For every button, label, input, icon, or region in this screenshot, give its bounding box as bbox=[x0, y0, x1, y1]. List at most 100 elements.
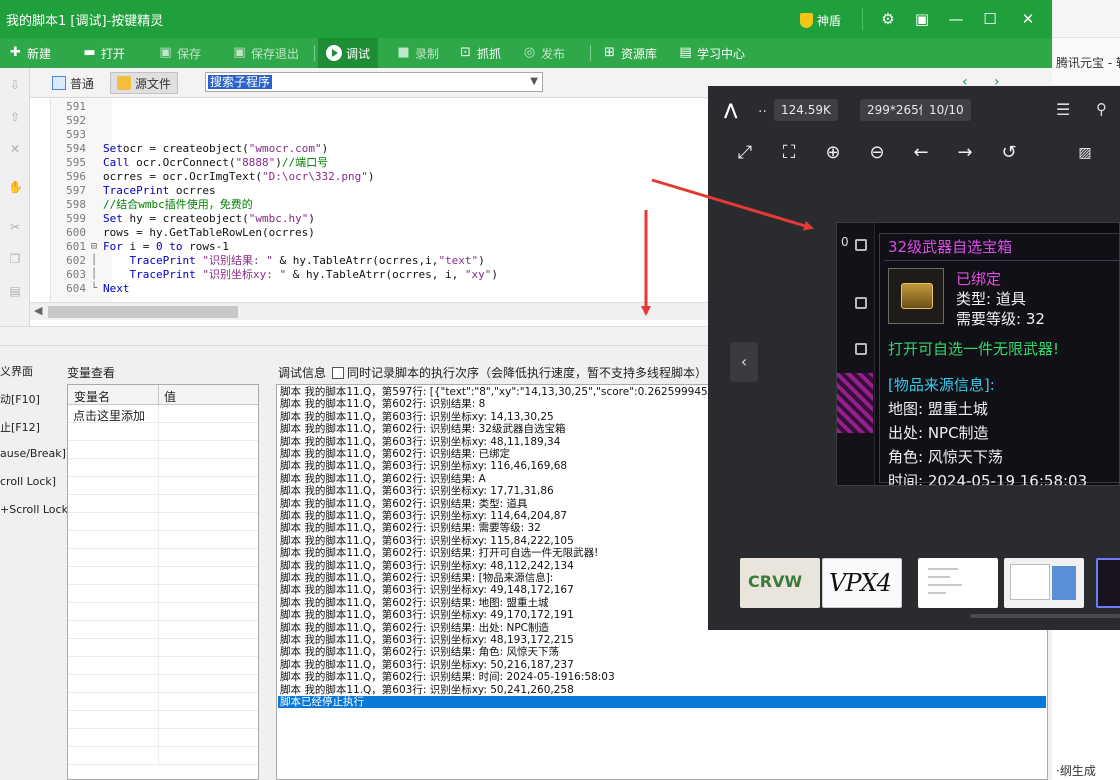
variable-row[interactable] bbox=[68, 639, 258, 657]
hand-icon[interactable]: ✋ bbox=[8, 180, 23, 194]
variable-row[interactable] bbox=[68, 603, 258, 621]
capture-button[interactable]: ⊡ 抓抓 bbox=[458, 38, 501, 68]
variable-row[interactable] bbox=[68, 567, 258, 585]
code-line[interactable]: 595 Call ocr.OcrConnect("8888")//端口号 bbox=[30, 156, 708, 170]
open-button[interactable]: ▬ 打开 bbox=[82, 38, 125, 68]
variable-table[interactable]: 变量名 值 点击这里添加 bbox=[67, 384, 259, 780]
publish-button[interactable]: ◎ 发布 bbox=[522, 38, 565, 68]
variable-row[interactable] bbox=[68, 477, 258, 495]
hotkey-item[interactable]: 义界面 bbox=[0, 363, 33, 378]
thumbnail-3[interactable] bbox=[918, 558, 998, 608]
fullscreen-icon[interactable]: ⤢ bbox=[734, 142, 756, 164]
code-line[interactable]: 598 //结合wmbc插件使用，免费的 bbox=[30, 198, 708, 212]
learning-center-button[interactable]: ▤ 学习中心 bbox=[678, 38, 745, 68]
cut-icon[interactable]: ✂ bbox=[8, 220, 22, 234]
variable-row[interactable] bbox=[68, 531, 258, 549]
code-line[interactable]: 602 │ TracePrint "识别结果: " & hy.TableAtrr(… bbox=[30, 254, 708, 268]
previous-arrow-icon[interactable]: ← bbox=[910, 142, 932, 164]
code-line[interactable]: 591 bbox=[30, 100, 708, 114]
shield-button[interactable]: 神盾 bbox=[800, 9, 841, 31]
code-line[interactable]: 597 TracePrint ocrres bbox=[30, 184, 708, 198]
save-exit-button[interactable]: ▣ 保存退出 bbox=[232, 38, 299, 68]
rotate-icon[interactable]: ↺ bbox=[998, 142, 1020, 164]
log-line[interactable]: 脚本 我的脚本11.Q，第603行: 识别坐标xy: 50,241,260,25… bbox=[280, 684, 1046, 696]
delete-icon[interactable]: ✕ bbox=[8, 142, 22, 156]
hotkey-item[interactable]: ause/Break] bbox=[0, 447, 66, 461]
log-line[interactable]: 脚本 我的脚本11.Q，第602行: 识别结果: 角色: 风惊天下荡 bbox=[280, 646, 1046, 658]
log-line[interactable]: 脚本 我的脚本11.Q，第602行: 识别结果: 时间: 2024-05-191… bbox=[280, 671, 1046, 683]
log-line-stopped[interactable]: 脚本已经停止执行 bbox=[278, 696, 1046, 709]
code-line[interactable]: 596 ocrres = ocr.OcrImgText("D:\ocr\332.p… bbox=[30, 170, 708, 184]
thumbnail-2[interactable]: VPX4 bbox=[822, 558, 902, 608]
save-button[interactable]: ▣ 保存 bbox=[158, 38, 201, 68]
record-order-checkbox[interactable] bbox=[332, 367, 345, 379]
variable-row[interactable] bbox=[68, 747, 258, 765]
image-options-icon[interactable]: ▨ bbox=[1074, 142, 1096, 164]
fit-window-icon[interactable]: ⛶ bbox=[778, 142, 800, 164]
viewer-menu-dots[interactable]: .. bbox=[758, 100, 767, 116]
fold-marker[interactable]: ⊟ bbox=[88, 240, 100, 254]
paste-icon[interactable]: ▤ bbox=[8, 284, 22, 298]
hotkey-item[interactable]: croll Lock] bbox=[0, 475, 56, 489]
variable-row[interactable] bbox=[68, 495, 258, 513]
step-up-icon[interactable]: ⇧ bbox=[8, 110, 22, 124]
code-line[interactable]: 603 │ TracePrint "识别坐标xy: " & hy.TableAtr… bbox=[30, 268, 708, 282]
code-line[interactable]: 604 └ Next bbox=[30, 282, 708, 296]
hamburger-menu-icon[interactable]: ☰ bbox=[1056, 100, 1070, 119]
variable-row[interactable] bbox=[68, 585, 258, 603]
step-down-icon[interactable]: ⇩ bbox=[8, 78, 22, 92]
variable-row[interactable] bbox=[68, 441, 258, 459]
subroutine-search-select[interactable]: 搜索子程序 ▼ bbox=[205, 72, 543, 92]
scrollbar-thumb[interactable] bbox=[48, 306, 238, 318]
editor-titlebar[interactable]: 我的脚本1 [调试]-按键精灵 神盾 ⚙ ▣ — ☐ ✕ bbox=[0, 0, 1052, 38]
thumbnail-scrollbar[interactable] bbox=[970, 614, 1120, 618]
next-arrow-icon[interactable]: → bbox=[954, 142, 976, 164]
pane-splitter[interactable] bbox=[0, 326, 708, 346]
debug-button[interactable]: 调试 bbox=[318, 38, 379, 68]
code-line[interactable]: 594 Setocr = createobject("wmocr.com") bbox=[30, 142, 708, 156]
code-line[interactable]: 593 bbox=[30, 128, 708, 142]
thumbnail-1[interactable]: CRVW bbox=[740, 558, 820, 608]
pin-icon[interactable]: ⚲ bbox=[1096, 100, 1107, 118]
record-order-label[interactable]: 同时记录脚本的执行次序（会降低执行速度，暂不支持多线程脚本） bbox=[347, 366, 707, 380]
variable-row[interactable] bbox=[68, 657, 258, 675]
variable-row[interactable] bbox=[68, 711, 258, 729]
code-editor[interactable]: 591 592 593 594 Setocr = createobject("wmocr… bbox=[30, 98, 708, 302]
hotkey-item[interactable]: +Scroll Lock] bbox=[0, 503, 72, 517]
hotkey-item[interactable]: 动[F10] bbox=[0, 391, 40, 406]
new-button[interactable]: ✚ 新建 bbox=[8, 38, 51, 68]
code-line[interactable]: 601 ⊟ For i = 0 to rows-1 bbox=[30, 240, 708, 254]
add-variable-row[interactable]: 点击这里添加 bbox=[68, 405, 258, 423]
tab-source[interactable]: 源文件 bbox=[110, 72, 179, 94]
variable-row[interactable] bbox=[68, 549, 258, 567]
thumbnail-4[interactable] bbox=[1004, 558, 1084, 608]
log-line[interactable]: 脚本 我的脚本11.Q，第603行: 识别坐标xy: 50,216,187,23… bbox=[280, 659, 1046, 671]
close-icon[interactable]: ✕ bbox=[1016, 8, 1040, 30]
variable-row[interactable] bbox=[68, 675, 258, 693]
editor-horizontal-scrollbar[interactable]: ◀ bbox=[30, 302, 708, 320]
variable-row[interactable] bbox=[68, 729, 258, 747]
tab-normal[interactable]: 普通 bbox=[46, 72, 100, 94]
zoom-in-icon[interactable]: ⊕ bbox=[822, 142, 844, 164]
minimize-icon[interactable]: — bbox=[944, 8, 968, 30]
variable-row[interactable] bbox=[68, 423, 258, 441]
previous-image-button[interactable]: ‹ bbox=[730, 342, 758, 382]
record-button[interactable]: ■ 录制 bbox=[396, 38, 439, 68]
maximize-icon[interactable]: ☐ bbox=[978, 8, 1002, 30]
zoom-out-icon[interactable]: ⊖ bbox=[866, 142, 888, 164]
copy-icon[interactable]: ❐ bbox=[8, 252, 22, 266]
variable-row[interactable] bbox=[68, 513, 258, 531]
settings-gear-icon[interactable]: ⚙ bbox=[876, 8, 900, 30]
variable-row[interactable] bbox=[68, 621, 258, 639]
code-line[interactable]: 592 bbox=[30, 114, 708, 128]
resources-button[interactable]: ⊞ 资源库 bbox=[602, 38, 657, 68]
code-line[interactable]: 599 Set hy = createobject("wmbc.hy") bbox=[30, 212, 708, 226]
thumbnail-5-selected[interactable] bbox=[1096, 558, 1120, 608]
background-window-tab[interactable]: 腾讯元宝 - 轻 bbox=[1056, 54, 1120, 71]
scroll-left-icon[interactable]: ◀ bbox=[34, 304, 42, 317]
code-line[interactable]: 600 rows = hy.GetTableRowLen(ocrres) bbox=[30, 226, 708, 240]
feedback-icon[interactable]: ▣ bbox=[910, 8, 934, 30]
variable-row[interactable] bbox=[68, 693, 258, 711]
hotkey-item[interactable]: 止[F12] bbox=[0, 419, 40, 434]
log-line[interactable]: 脚本 我的脚本11.Q，第603行: 识别坐标xy: 48,193,172,21… bbox=[280, 634, 1046, 646]
